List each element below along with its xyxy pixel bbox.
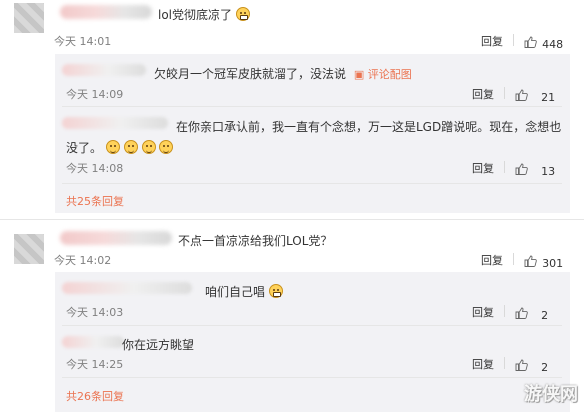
like-button[interactable]: 2: [515, 304, 548, 323]
like-count: 2: [541, 361, 549, 374]
like-count: 2: [541, 309, 549, 322]
comment-text: 不点一首凉凉给我们LOL党？: [178, 234, 333, 248]
reply-button[interactable]: 回复: [472, 304, 494, 320]
like-button[interactable]: 448: [524, 33, 563, 52]
divider: [504, 305, 505, 317]
grin-emoji-icon: [235, 7, 250, 21]
like-button[interactable]: 301: [524, 252, 563, 271]
watermark-logo: 游侠网: [524, 384, 578, 405]
reply-time: 今天 14:09: [66, 88, 124, 101]
reply-time: 今天 14:03: [66, 306, 124, 319]
grin-emoji-icon: [268, 284, 283, 298]
reply-username-blurred[interactable]: [62, 336, 124, 348]
sad-emoji-icon: [105, 140, 120, 154]
thumbs-up-icon: [524, 33, 537, 48]
reply-button[interactable]: 回复: [481, 252, 503, 268]
divider: [62, 325, 562, 326]
like-count: 13: [541, 165, 556, 178]
username-blurred[interactable]: [60, 231, 172, 245]
reply-username-blurred[interactable]: [62, 282, 192, 294]
divider: [0, 219, 584, 220]
comment-image-link[interactable]: ▣ 评论配图: [354, 68, 412, 81]
reply-username-blurred[interactable]: [62, 64, 146, 76]
like-button[interactable]: 2: [515, 356, 548, 375]
image-icon: ▣: [353, 68, 365, 81]
sad-emoji-icon: [123, 140, 138, 154]
thumbs-up-icon: [515, 356, 528, 371]
like-count: 21: [541, 91, 556, 104]
more-replies-link[interactable]: 共25条回复: [66, 193, 124, 209]
thumbs-up-icon: [515, 304, 528, 319]
like-count: 448: [542, 38, 564, 51]
reply-button[interactable]: 回复: [472, 356, 494, 372]
reply-time: 今天 14:08: [66, 162, 124, 175]
sad-emoji-icon: [141, 140, 156, 154]
divider: [504, 357, 505, 369]
reply-text: 欠皎月一个冠军皮肤就溜了，没法说 ▣ 评论配图: [154, 65, 412, 82]
like-button[interactable]: 13: [515, 160, 555, 179]
divider: [62, 106, 562, 107]
thumbs-up-icon: [515, 160, 528, 175]
divider: [504, 87, 505, 99]
reply-text-content: 咱们自己唱: [205, 285, 266, 299]
thumbs-up-icon: [515, 86, 528, 101]
reply-button[interactable]: 回复: [481, 33, 503, 49]
comment-text: lol党彻底凉了: [158, 6, 250, 23]
divider: [504, 161, 505, 173]
avatar[interactable]: [14, 234, 44, 264]
reply-button[interactable]: 回复: [472, 86, 494, 102]
like-count: 301: [542, 257, 564, 270]
reply-text: 你在远方眺望: [122, 338, 195, 352]
like-button[interactable]: 21: [515, 86, 555, 105]
reply-text: 咱们自己唱: [205, 283, 283, 300]
reply-button[interactable]: 回复: [472, 160, 494, 176]
thumbs-up-icon: [524, 252, 537, 267]
divider: [513, 253, 514, 265]
reply-text-content: 欠皎月一个冠军皮肤就溜了，没法说: [154, 67, 347, 81]
divider: [513, 34, 514, 46]
divider: [62, 183, 562, 184]
comment-time: 今天 14:02: [54, 254, 112, 267]
avatar[interactable]: [14, 3, 44, 33]
reply-username-blurred[interactable]: [62, 117, 168, 129]
comment-image-label: 评论配图: [367, 68, 412, 81]
reply-time: 今天 14:25: [66, 358, 124, 371]
sad-emoji-icon: [159, 140, 174, 154]
username-blurred[interactable]: [60, 5, 152, 19]
divider: [62, 377, 562, 378]
reply-text-content: 没了。: [66, 141, 103, 155]
comment-text-content: lol党彻底凉了: [158, 8, 233, 22]
more-replies-link[interactable]: 共26条回复: [66, 388, 124, 404]
reply-text-line2: 没了。: [66, 139, 174, 156]
comment-time: 今天 14:01: [54, 35, 112, 48]
reply-text-line1: 在你亲口承认前，我一直有个念想，万一这是LGD蹭说呢。现在，念想也: [176, 120, 562, 134]
